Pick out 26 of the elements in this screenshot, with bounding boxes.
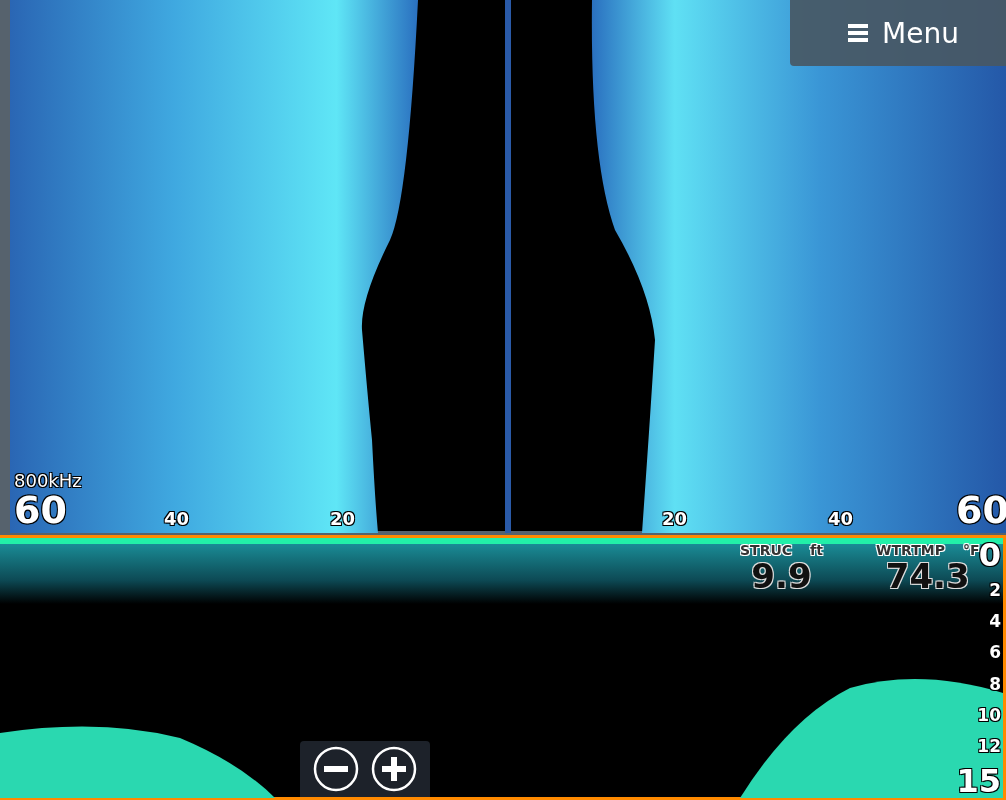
depth-label: 4 [989,610,1001,634]
range-label: 60 [14,488,67,532]
depth-label: 0 [978,538,1001,572]
zoom-in-button[interactable] [371,746,418,792]
depth-label: 6 [989,641,1001,665]
frequency-label: 800kHz [14,470,82,491]
depth-label: 8 [989,672,1001,696]
depth-label: 2 [989,579,1001,603]
depth-label: 15 [956,763,1001,798]
range-label: 40 [828,508,854,529]
zoom-out-button[interactable] [312,746,359,792]
depth-label: 10 [977,703,1001,727]
menu-button[interactable]: Menu [790,0,1006,66]
depth-label: 12 [977,734,1001,758]
readout-unit: ft [810,542,823,558]
readout-label: STRUC [740,542,793,558]
readout-unit: °F [962,542,980,558]
range-label: 20 [330,508,356,529]
range-label: 20 [662,508,688,529]
readout-label: WTRTMP [876,542,945,558]
readout-value: 9.9 [750,558,813,594]
range-label: 40 [164,508,190,529]
plus-icon [371,746,418,792]
readout-value: 74.3 [884,558,971,594]
menu-icon [848,24,868,42]
minus-icon [312,746,359,792]
